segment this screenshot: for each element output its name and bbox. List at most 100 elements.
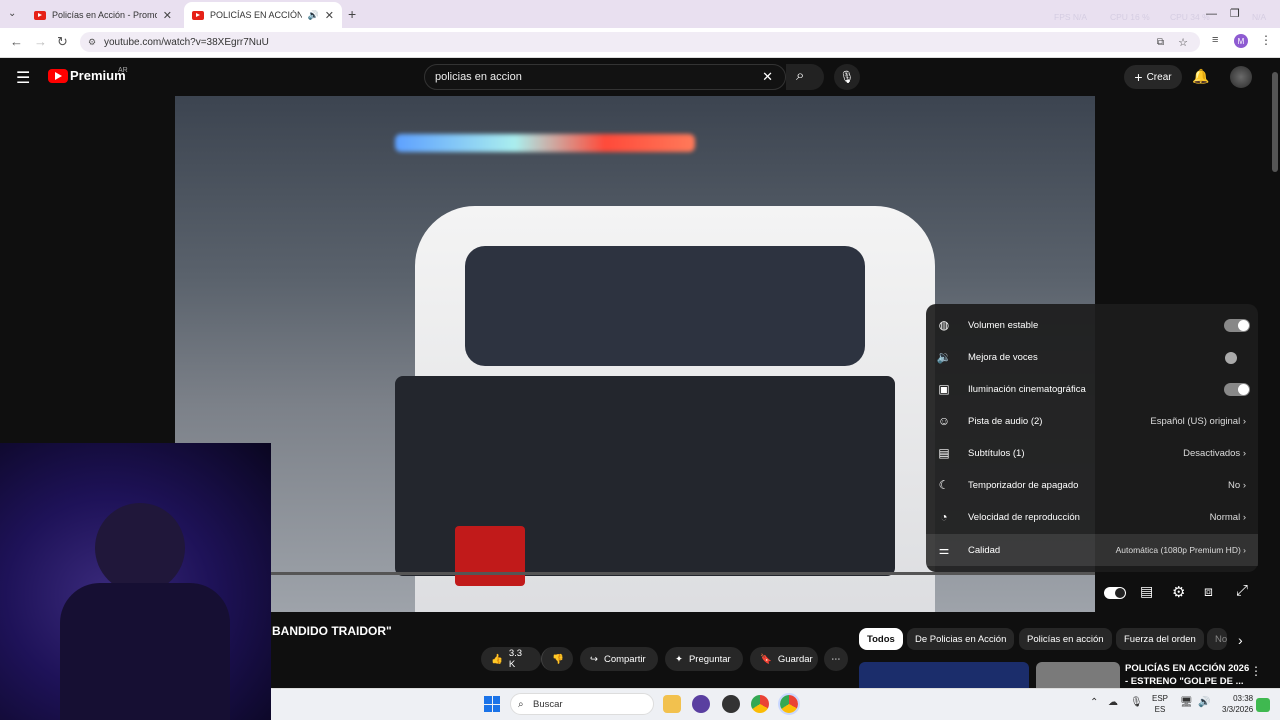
close-tab-icon[interactable]: ✕ — [163, 9, 172, 22]
url-text: youtube.com/watch?v=38XEgrr7NuU — [104, 36, 269, 48]
settings-item-label: Iluminación cinematográfica — [968, 383, 1086, 395]
onedrive-icon[interactable]: ☁ — [1108, 697, 1118, 708]
share-icon: ↪ — [590, 653, 598, 665]
cast-icon[interactable]: ⧉ — [1157, 37, 1164, 48]
scrollbar-thumb[interactable] — [1272, 72, 1278, 172]
video-progress-bar[interactable] — [271, 572, 1095, 575]
save-button[interactable]: 🔖 Guardar — [750, 647, 818, 671]
settings-item-value: Desactivados › — [1183, 447, 1246, 459]
chrome-icon[interactable] — [751, 695, 769, 713]
system-clock[interactable]: 03:38 3/3/2026 — [1222, 693, 1253, 715]
dislike-button[interactable]: 👎 — [541, 647, 573, 671]
settings-item-quality[interactable]: ⚌ Calidad Automática (1080p Premium HD) … — [926, 534, 1258, 566]
video-title: BANDIDO TRAIDOR" — [272, 624, 392, 638]
create-button[interactable]: + Crear — [1124, 65, 1182, 89]
site-info-icon[interactable]: ⚙ — [88, 37, 96, 48]
autoplay-toggle[interactable] — [1104, 587, 1126, 599]
like-button[interactable]: 👍 3.3 K — [481, 647, 541, 671]
settings-item-voice-boost[interactable]: 🔉 Mejora de voces — [926, 341, 1258, 373]
miniplayer-icon[interactable]: ⧈ — [1204, 583, 1213, 600]
back-icon[interactable]: ← — [10, 34, 23, 49]
browser-menu-icon[interactable]: ⋮ — [1260, 33, 1272, 47]
create-label: Crear — [1146, 71, 1172, 83]
media-control-icon[interactable]: ≡ — [1212, 34, 1218, 46]
gpu-readout: N/A — [1252, 12, 1267, 22]
volume-icon[interactable]: 🔊 — [1198, 697, 1210, 708]
profile-avatar[interactable]: M — [1234, 34, 1248, 48]
browser-tab-strip: ⌄ Policías en Acción - Promo 200 ✕ POLIC… — [0, 0, 1280, 28]
chip-policias[interactable]: Policías en acción — [1019, 628, 1112, 650]
channel-avatar[interactable] — [1230, 66, 1252, 88]
chip-fuerza[interactable]: Fuerza del orden — [1116, 628, 1204, 650]
minimize-icon[interactable]: — — [1206, 8, 1217, 20]
settings-item-playback-speed[interactable]: ◔ Velocidad de reproducción Normal › — [926, 501, 1258, 533]
audio-playing-icon[interactable]: 🔊 — [308, 10, 319, 21]
windows-start-icon[interactable] — [484, 696, 500, 712]
sleep-timer-icon: ☾ — [938, 478, 950, 492]
settings-item-ambient-mode[interactable]: ▣ Iluminación cinematográfica — [926, 373, 1258, 405]
network-icon[interactable]: 🖥 — [1180, 697, 1193, 708]
search-button[interactable]: ⌕ — [786, 64, 824, 90]
voice-search-icon[interactable]: 🎙 — [834, 64, 860, 90]
settings-item-stable-volume[interactable]: ◍ Volumen estable — [926, 309, 1258, 341]
tab-search-icon[interactable]: ⌄ — [8, 8, 16, 19]
playback-speed-icon: ◔ — [940, 510, 948, 524]
close-tab-icon[interactable]: ✕ — [325, 9, 334, 22]
voice-boost-toggle[interactable] — [1224, 351, 1250, 364]
notifications-bell-icon[interactable]: 🔔 — [1192, 68, 1209, 85]
bookmark-star-icon[interactable]: ☆ — [1178, 36, 1188, 49]
settings-item-label: Mejora de voces — [968, 351, 1038, 363]
microphone-tray-icon[interactable]: 🎙 — [1130, 697, 1143, 708]
input-language[interactable]: ESP ES — [1152, 693, 1168, 715]
fullscreen-icon[interactable]: ⤢ — [1236, 582, 1248, 599]
tray-chevron-icon[interactable]: ⌃ — [1090, 697, 1098, 708]
url-field[interactable]: ⚙ youtube.com/watch?v=38XEgrr7NuU ⧉ ☆ — [80, 32, 1200, 52]
reload-icon[interactable]: ↻ — [57, 34, 68, 50]
maximize-icon[interactable]: ❐ — [1230, 7, 1240, 20]
more-actions-button[interactable]: ⋯ — [824, 647, 848, 671]
file-explorer-icon[interactable] — [663, 695, 681, 713]
bookmark-icon: 🔖 — [760, 653, 772, 665]
taskbar-search-field[interactable]: ⌕ Buscar — [510, 693, 654, 715]
lang-region: ES — [1154, 705, 1166, 714]
share-button[interactable]: ↪ Compartir — [580, 647, 658, 671]
chip-all[interactable]: Todos — [859, 628, 903, 650]
tab-inactive[interactable]: Policías en Acción - Promo 200 ✕ — [26, 2, 180, 28]
app-icon[interactable] — [692, 695, 710, 713]
rec-title-line: POLICÍAS EN ACCIÓN 2026 — [1125, 663, 1250, 674]
subtitles-button-icon[interactable]: ▤ — [1140, 583, 1153, 600]
chip-channel[interactable]: De Policias en Acción — [907, 628, 1015, 650]
youtube-favicon-icon — [34, 10, 46, 20]
chrome-profile-icon[interactable] — [778, 693, 800, 715]
player-controls: ▤ ⚙ ⧈ ⤢ — [1096, 575, 1270, 612]
chip-next[interactable]: No — [1207, 628, 1227, 650]
clear-search-icon[interactable]: ✕ — [762, 69, 773, 85]
truck-taillight — [455, 526, 525, 586]
settings-item-audio-track[interactable]: ☺ Pista de audio (2) Español (US) origin… — [926, 405, 1258, 437]
notification-badge-icon[interactable] — [1256, 698, 1270, 712]
forward-icon[interactable]: → — [34, 34, 47, 49]
settings-item-sleep-timer[interactable]: ☾ Temporizador de apagado No › — [926, 469, 1258, 501]
thumbs-down-icon: 👎 — [552, 653, 564, 665]
region-code: AR — [118, 67, 128, 74]
new-tab-icon[interactable]: + — [348, 6, 356, 22]
ask-button[interactable]: ✦ Preguntar — [665, 647, 743, 671]
tab-active[interactable]: POLICÍAS EN ACCIÓN 2026 🔊 ✕ — [184, 2, 342, 28]
settings-item-subtitles[interactable]: ▤ Subtítulos (1) Desactivados › — [926, 437, 1258, 469]
search-input[interactable]: policias en accion ✕ — [424, 64, 786, 90]
webcam-overlay — [0, 443, 271, 720]
stable-volume-toggle[interactable] — [1224, 318, 1250, 332]
hamburger-menu-icon[interactable]: ☰ — [16, 68, 30, 88]
settings-gear-icon[interactable]: ⚙ — [1172, 583, 1185, 601]
rec-more-icon[interactable]: ⋮ — [1250, 664, 1262, 678]
rec-title-line: - ESTRENO "GOLPE DE ... — [1125, 676, 1244, 687]
search-icon: ⌕ — [796, 67, 805, 84]
obs-icon[interactable] — [722, 695, 740, 713]
fps-readout: FPS N/A — [1054, 12, 1088, 22]
youtube-logo-icon[interactable] — [48, 69, 68, 83]
settings-item-label: Temporizador de apagado — [968, 479, 1079, 491]
youtube-favicon-icon — [192, 10, 204, 20]
chips-next-arrow-icon[interactable]: › — [1238, 632, 1243, 648]
recommendation-title[interactable]: POLICÍAS EN ACCIÓN 2026 - ESTRENO "GOLPE… — [1125, 662, 1249, 688]
ambient-mode-toggle[interactable] — [1224, 382, 1250, 396]
